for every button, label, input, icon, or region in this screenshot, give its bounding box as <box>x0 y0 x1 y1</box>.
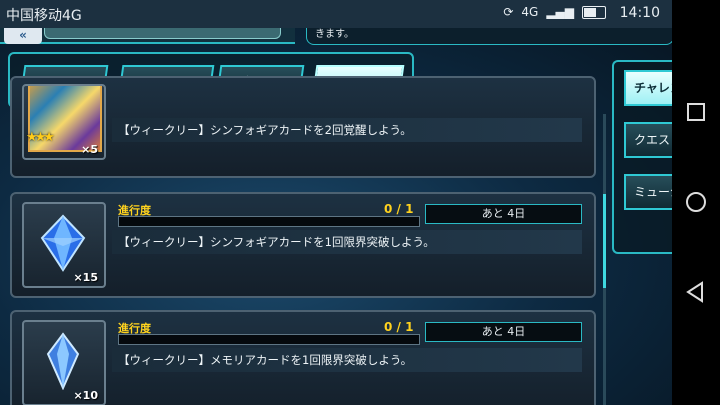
side-item-music[interactable]: ミュージ <box>624 174 672 210</box>
side-item-quest[interactable]: クエス <box>624 122 672 158</box>
top-info-bar <box>44 28 281 39</box>
progress-value: 0 / 1 <box>384 320 414 334</box>
reward-count: ×15 <box>73 271 98 284</box>
back-button[interactable]: « <box>4 28 42 44</box>
game-screen: « きます。 フリー スペシャル デイリー ウィークリー チャレン クエス ミュ… <box>0 28 672 405</box>
home-icon[interactable] <box>684 190 708 214</box>
reward-count: ×10 <box>73 389 98 402</box>
android-nav-bar <box>672 0 720 405</box>
mission-description: 【ウィークリー】シンフォギアカードを1回限界突破しよう。 <box>112 230 582 254</box>
progress-bar <box>118 216 420 227</box>
crystal-icon <box>46 332 80 390</box>
side-item-challenge[interactable]: チャレン <box>624 70 672 106</box>
network-label: 4G <box>521 5 539 19</box>
progress-value: 0 / 1 <box>384 202 414 216</box>
progress-bar <box>118 334 420 345</box>
signal-icon: ▂▄▆ <box>546 5 574 19</box>
mission-row[interactable]: ×15 進行度 0 / 1 あと 4日 【ウィークリー】シンフォギアカードを1回… <box>10 192 596 298</box>
battery-icon <box>582 5 606 19</box>
reward-slot: ×15 <box>22 202 106 288</box>
mission-description: 【ウィークリー】シンフォギアカードを2回覚醒しよう。 <box>112 118 582 142</box>
sync-icon: ⟳ <box>503 5 514 19</box>
deadline-badge: あと 4日 <box>425 322 582 342</box>
deadline-badge: あと 4日 <box>425 204 582 224</box>
reward-count: ×5 <box>81 143 98 156</box>
status-bar: 中国移动4G ⟳ 4G ▂▄▆ 14:10 <box>0 0 672 28</box>
back-icon[interactable] <box>684 280 708 304</box>
recents-icon[interactable] <box>684 100 708 124</box>
mission-description: 【ウィークリー】メモリアカードを1回限界突破しよう。 <box>112 348 582 372</box>
mission-row[interactable]: ★★★ ×5 【ウィークリー】シンフォギアカードを2回覚醒しよう。 <box>10 76 596 178</box>
message-box: きます。 <box>306 28 672 45</box>
rarity-stars-icon: ★★★ <box>26 130 55 145</box>
clock: 14:10 <box>619 5 660 21</box>
carrier-label: 中国移动4G <box>6 8 82 24</box>
status-icons: ⟳ 4G ▂▄▆ <box>503 5 606 19</box>
side-menu: チャレン クエス ミュージ <box>612 60 672 254</box>
reward-slot: ×10 <box>22 320 106 405</box>
scrollbar-thumb[interactable] <box>603 194 606 288</box>
crystal-icon <box>40 214 86 272</box>
reward-slot: ★★★ ×5 <box>22 84 106 160</box>
mission-row[interactable]: ×10 進行度 0 / 1 あと 4日 【ウィークリー】メモリアカードを1回限界… <box>10 310 596 405</box>
